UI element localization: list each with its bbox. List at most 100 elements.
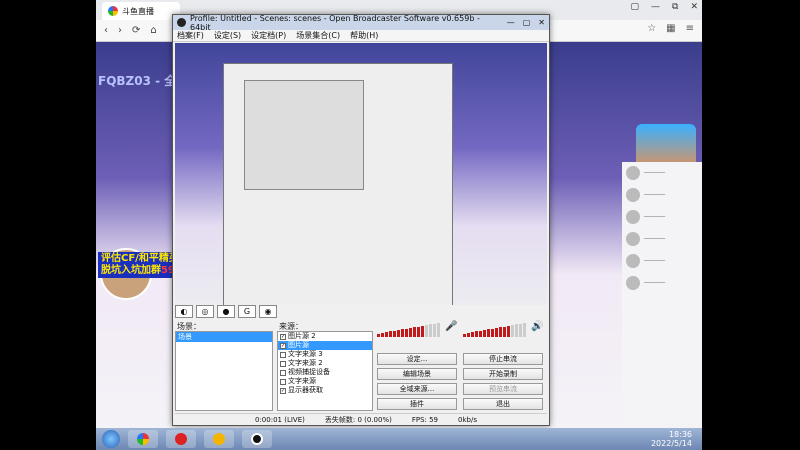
checkbox[interactable]: ✓ xyxy=(280,387,286,394)
recursive-capture xyxy=(223,63,453,305)
taskbar-app-netease[interactable] xyxy=(166,430,196,448)
avatar xyxy=(626,210,640,224)
edit-scene-button[interactable]: 编辑场景 xyxy=(377,368,457,380)
stop-stream-button[interactable]: 停止串流 xyxy=(463,353,543,365)
list-item[interactable]: 文字来源 2 xyxy=(278,359,372,368)
game-icon xyxy=(213,433,225,445)
exit-button[interactable]: 退出 xyxy=(463,398,543,410)
meter-bar xyxy=(507,325,510,337)
list-item[interactable]: 文字来源 3 xyxy=(278,350,372,359)
browser-tab[interactable]: 斗鱼直播 xyxy=(102,2,180,20)
meter-bar xyxy=(433,323,436,337)
preview-capture xyxy=(175,43,547,305)
global-sources-button[interactable]: 全域来源... xyxy=(377,383,457,395)
start-button[interactable] xyxy=(102,430,120,448)
taskbar-app-game[interactable] xyxy=(204,430,234,448)
avatar xyxy=(626,254,640,268)
meter-bar xyxy=(487,329,490,337)
speaker-icon[interactable]: 🔊 xyxy=(531,321,543,332)
back-icon[interactable]: ‹ xyxy=(104,25,108,36)
list-item: ───── xyxy=(622,162,702,184)
checkbox[interactable] xyxy=(280,351,286,358)
meter-bar xyxy=(495,327,498,337)
meter-bar xyxy=(429,324,432,337)
meter-bar xyxy=(385,332,388,337)
meter-bar xyxy=(475,331,478,337)
list-item[interactable]: ✓ 图片源 xyxy=(278,341,372,350)
menu-scene-collection[interactable]: 场景集合(C) xyxy=(296,30,340,41)
plugins-button[interactable]: 插件 xyxy=(377,398,457,410)
maximize-icon[interactable]: ▢ xyxy=(523,18,531,27)
obs-titlebar[interactable]: Profile: Untitled - Scenes: scenes - Ope… xyxy=(173,14,549,32)
home-icon[interactable]: ⌂ xyxy=(150,25,156,36)
avatar xyxy=(626,166,640,180)
checkbox[interactable]: ✓ xyxy=(280,333,286,340)
app-icon[interactable]: G xyxy=(238,305,256,318)
checkbox[interactable] xyxy=(280,369,286,376)
promo-line-2-text: 脱坑入坑加群 xyxy=(101,265,161,276)
menu-help[interactable]: 帮助(H) xyxy=(350,30,378,41)
close-icon[interactable]: ✕ xyxy=(538,18,545,27)
sources-list[interactable]: ✓ 图片源 2 ✓ 图片源 文字来源 3 文字来源 2 视频捕捉设备 文字来源 ✓ 显示器获取 xyxy=(277,331,373,411)
app-icon[interactable]: ◐ xyxy=(175,305,193,318)
meter-bar xyxy=(499,327,502,337)
menu-icon[interactable]: ≡ xyxy=(686,23,694,34)
list-item[interactable]: 场景 xyxy=(176,332,272,342)
minimize-icon[interactable]: — xyxy=(651,2,660,12)
avatar xyxy=(626,188,640,202)
fps-readout: FPS: 59 xyxy=(411,415,439,424)
list-item[interactable]: ✓ 显示器获取 xyxy=(278,386,372,395)
app-icon[interactable]: ◎ xyxy=(196,305,214,318)
meter-bar xyxy=(523,323,526,337)
taskbar-app-obs[interactable] xyxy=(242,430,272,448)
list-item: ───── xyxy=(622,206,702,228)
source-label: 文字来源 xyxy=(288,377,316,385)
taskbar-app-browser[interactable] xyxy=(128,430,158,448)
list-item[interactable]: 视频捕捉设备 xyxy=(278,368,372,377)
checkbox[interactable] xyxy=(280,378,286,385)
checkbox[interactable] xyxy=(280,360,286,367)
list-item: ───── xyxy=(622,184,702,206)
system-clock[interactable]: 18:36 2022/5/14 xyxy=(651,430,702,448)
restore-icon[interactable]: ▢ xyxy=(631,2,640,12)
app-icon[interactable]: ● xyxy=(217,305,235,318)
forward-icon[interactable]: › xyxy=(118,25,122,36)
mic-icon[interactable]: 🎤 xyxy=(445,321,457,332)
list-item[interactable]: ✓ 图片源 2 xyxy=(278,332,372,341)
minimize-icon[interactable]: — xyxy=(507,18,515,27)
clock-time: 18:36 xyxy=(668,430,692,439)
star-icon[interactable]: ☆ xyxy=(647,23,656,34)
extensions-icon[interactable]: ▦ xyxy=(666,23,675,34)
menu-profile[interactable]: 设定档(P) xyxy=(251,30,286,41)
app-icon[interactable]: ◉ xyxy=(259,305,277,318)
settings-button[interactable]: 设定... xyxy=(377,353,457,365)
desktop-meter xyxy=(463,323,527,337)
close-icon[interactable]: ✕ xyxy=(690,2,698,12)
list-item[interactable]: 文字来源 xyxy=(278,377,372,386)
list-item: ───── xyxy=(622,272,702,294)
browser-tab-title: 斗鱼直播 xyxy=(122,6,154,16)
menu-file[interactable]: 档案(F) xyxy=(177,30,204,41)
checkbox[interactable]: ✓ xyxy=(280,342,286,349)
meter-bar xyxy=(483,330,486,337)
source-label: 图片源 xyxy=(288,341,309,349)
obs-statusbar: 0:00:01 (LIVE) 丢失帧数: 0 (0.00%) FPS: 59 0… xyxy=(175,413,547,425)
avatar xyxy=(626,232,640,246)
start-record-button[interactable]: 开始录制 xyxy=(463,368,543,380)
meter-bar xyxy=(479,330,482,337)
clock-date: 2022/5/14 xyxy=(650,439,692,448)
obs-logo-icon xyxy=(177,18,186,27)
obs-preview[interactable] xyxy=(175,43,547,305)
browser-toolbar-right: ☆ ▦ ≡ xyxy=(647,23,694,34)
reload-icon[interactable]: ⟳ xyxy=(132,25,140,36)
room-title: FQBZ03 - 全 xyxy=(98,74,177,88)
source-label: 显示器获取 xyxy=(288,386,323,394)
scenes-list[interactable]: 场景 xyxy=(175,331,273,411)
meter-bar xyxy=(463,333,466,337)
preview-stream-button[interactable]: 预览串流 xyxy=(463,383,543,395)
menu-settings[interactable]: 设定(S) xyxy=(214,30,241,41)
meter-bar xyxy=(393,330,396,337)
mic-meter xyxy=(377,323,441,337)
maximize-icon[interactable]: ⧉ xyxy=(672,2,678,12)
bitrate-readout: 0kb/s xyxy=(458,415,477,424)
